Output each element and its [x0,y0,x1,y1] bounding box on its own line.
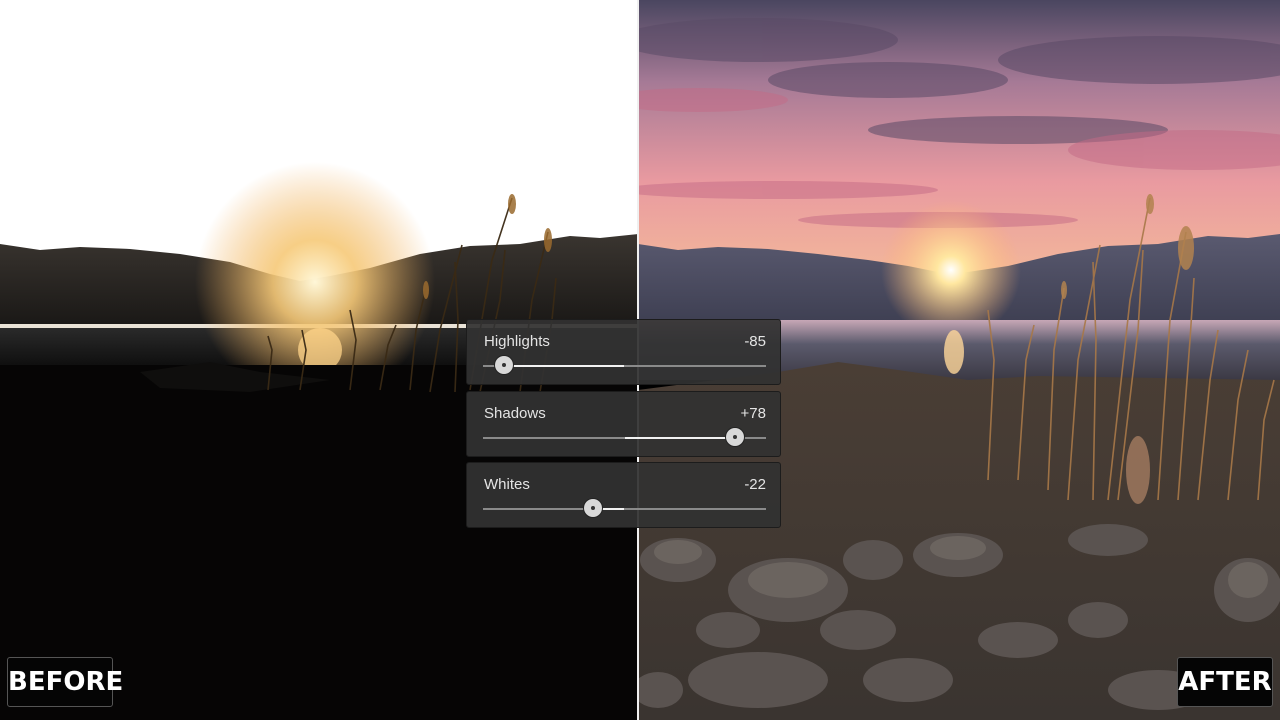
before-label: BEFORE [7,657,123,707]
whites-value: -22 [744,476,766,493]
highlights-slider-fill [504,365,625,367]
shadows-panel: Shadows +78 [466,391,781,457]
highlights-slider-thumb[interactable] [495,356,514,374]
whites-label: Whites [484,476,530,493]
whites-panel: Whites -22 [466,462,781,528]
shadows-slider-fill [624,437,735,439]
shadows-slider-thumb[interactable] [725,428,744,446]
shadows-label: Shadows [484,405,546,422]
highlights-slider[interactable] [483,356,766,374]
whites-slider[interactable] [483,499,766,517]
before-after-comparison: Highlights -85 Shadows +78 Whites -22 BE… [0,0,1280,720]
shadows-slider[interactable] [483,428,766,446]
highlights-label: Highlights [484,333,550,350]
highlights-value: -85 [744,333,766,350]
shadows-value: +78 [740,405,766,422]
highlights-panel: Highlights -85 [466,319,781,385]
whites-slider-thumb[interactable] [584,499,603,517]
after-label: AFTER [1177,657,1273,707]
